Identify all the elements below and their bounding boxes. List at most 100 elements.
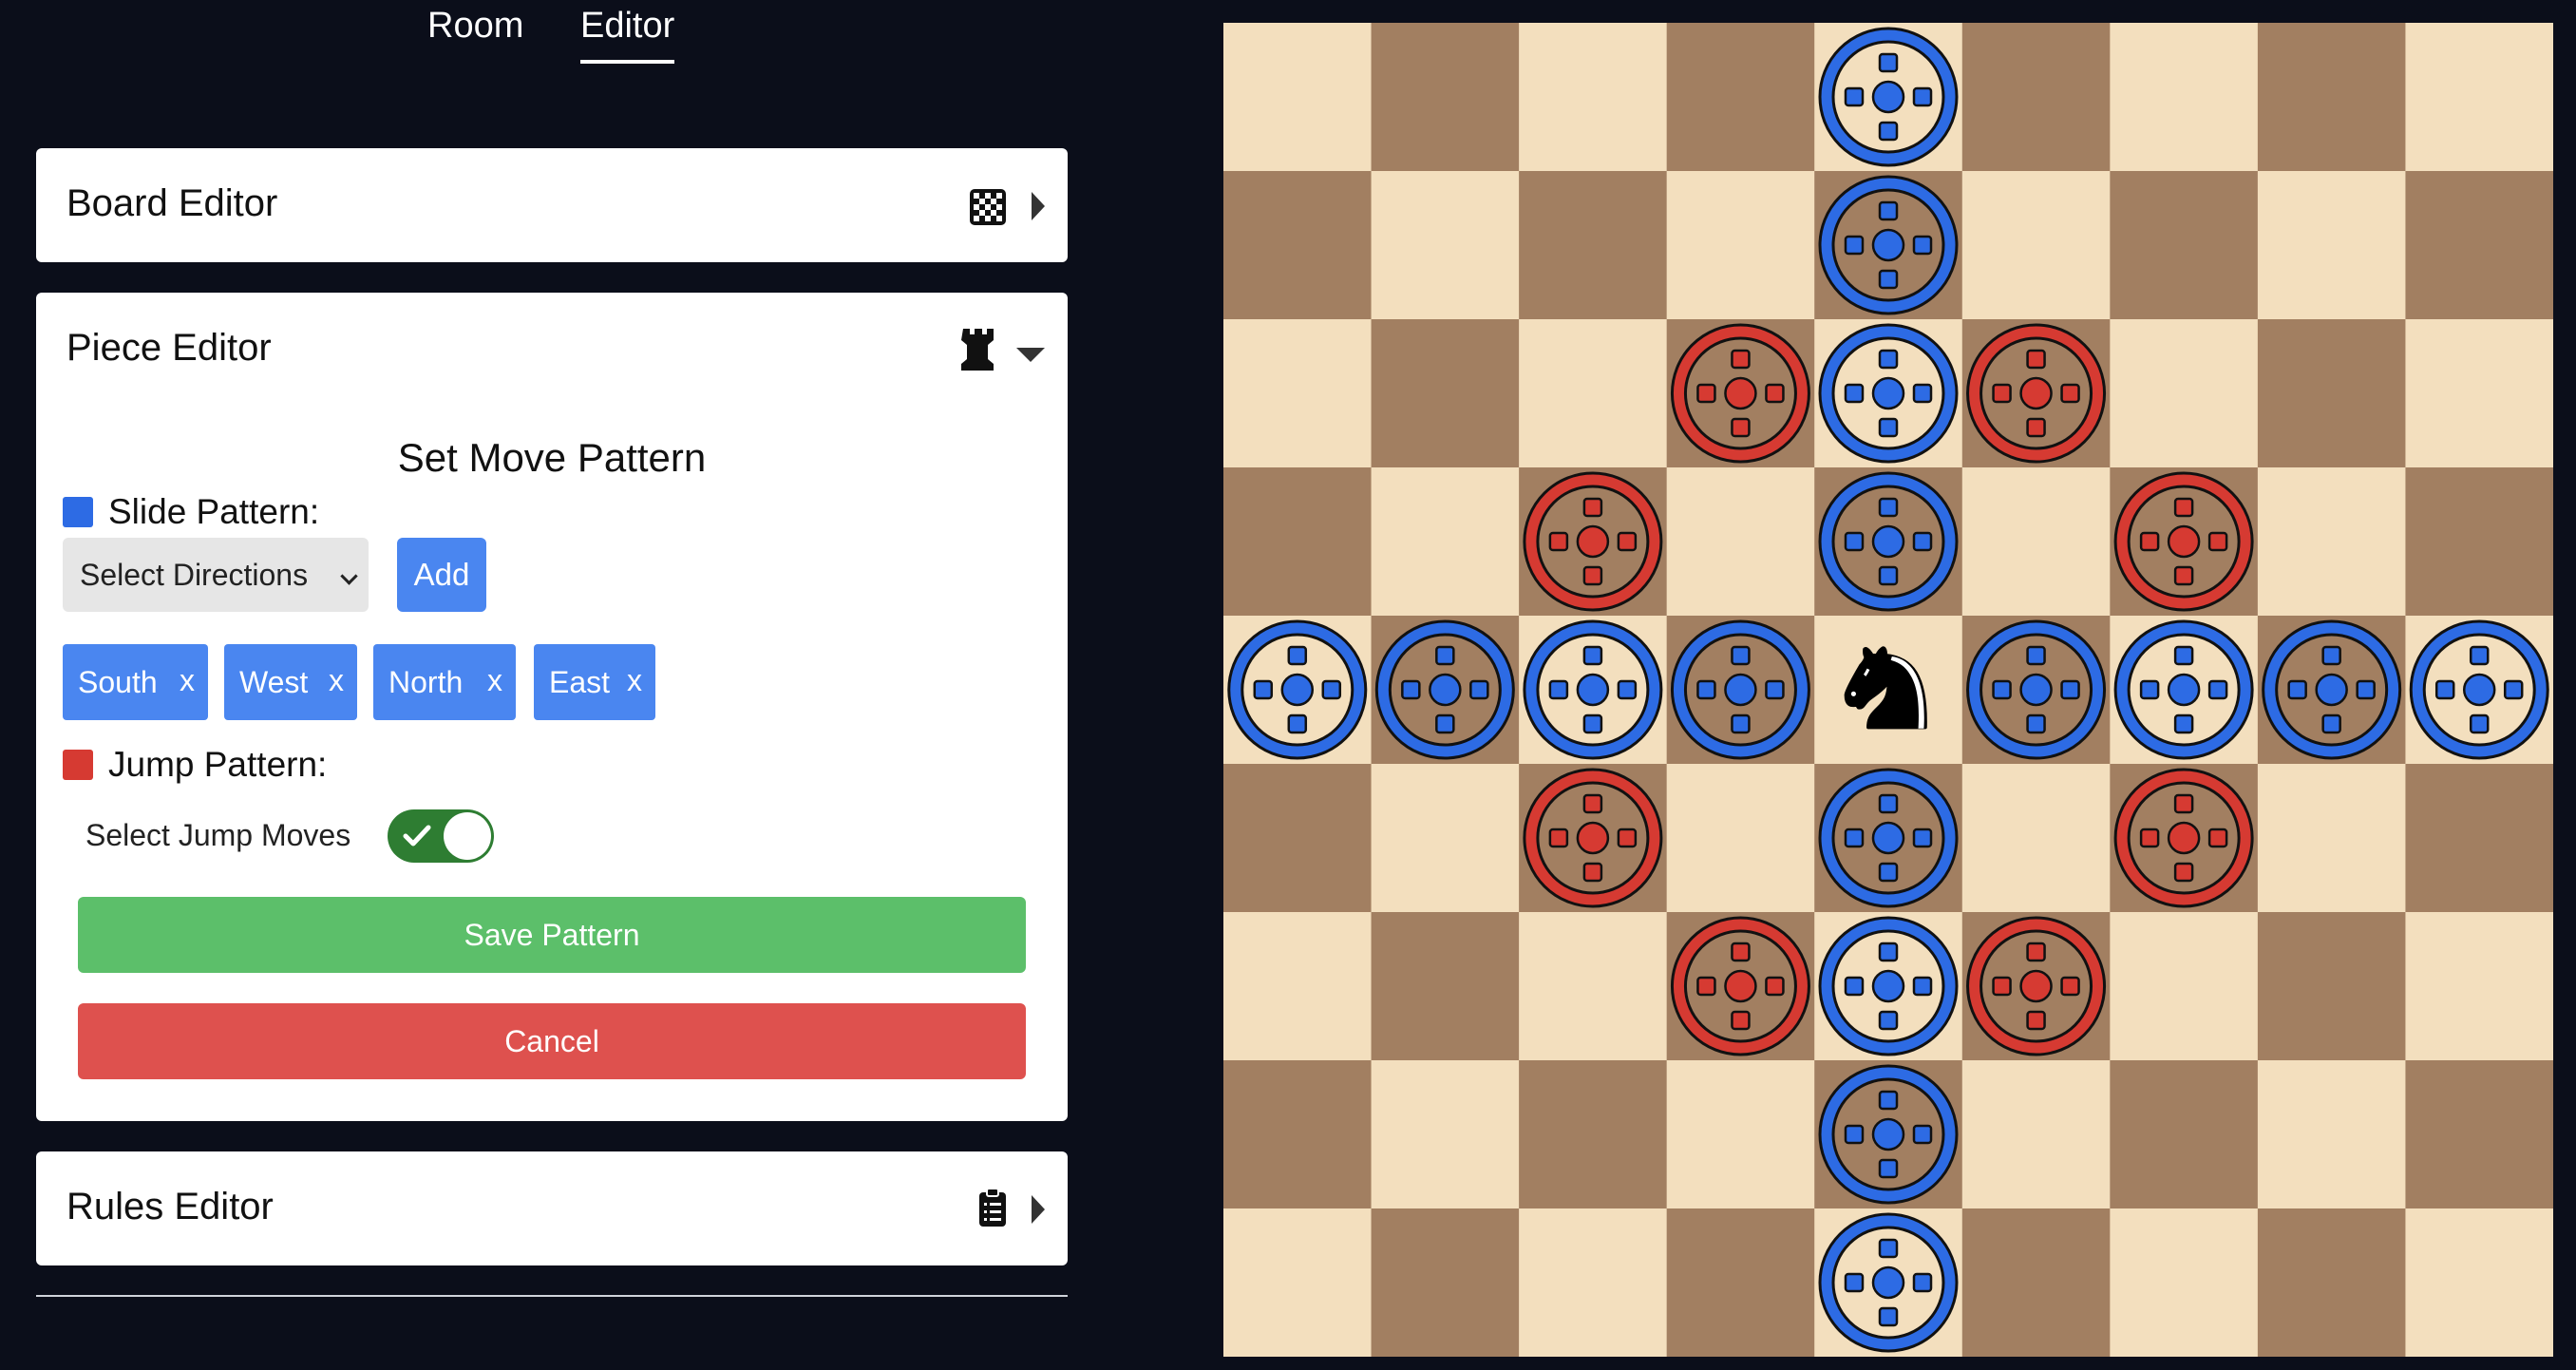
- jump-move-marker[interactable]: [1670, 323, 1810, 464]
- board-square-b1[interactable]: [1371, 1208, 1520, 1357]
- board-square-f4[interactable]: [1961, 764, 2111, 913]
- board-square-b4[interactable]: [1371, 764, 1520, 913]
- remove-chip-button[interactable]: x: [627, 663, 642, 698]
- slide-move-marker[interactable]: [1818, 175, 1959, 315]
- jump-moves-toggle[interactable]: [388, 809, 494, 863]
- board-square-h6[interactable]: [2257, 467, 2406, 617]
- board-square-b7[interactable]: [1371, 319, 1520, 468]
- board-square-b6[interactable]: [1371, 467, 1520, 617]
- slide-move-marker[interactable]: [1818, 471, 1959, 612]
- board-square-a6[interactable]: [1223, 467, 1373, 617]
- rules-editor-header[interactable]: Rules Editor: [36, 1151, 1068, 1265]
- slide-move-marker[interactable]: [1818, 323, 1959, 464]
- board-square-a3[interactable]: [1223, 912, 1373, 1061]
- remove-chip-button[interactable]: x: [329, 663, 344, 698]
- board-square-g3[interactable]: [2110, 912, 2259, 1061]
- board-square-f6[interactable]: [1961, 467, 2111, 617]
- board-square-a2[interactable]: [1223, 1060, 1373, 1209]
- board-square-f8[interactable]: [1961, 171, 2111, 320]
- rules-editor-panel[interactable]: Rules Editor: [36, 1151, 1068, 1265]
- board-square-a4[interactable]: [1223, 764, 1373, 913]
- board-square-a7[interactable]: [1223, 319, 1373, 468]
- board-square-h4[interactable]: [2257, 764, 2406, 913]
- board-square-a1[interactable]: [1223, 1208, 1373, 1357]
- board-square-i6[interactable]: [2405, 467, 2553, 617]
- board-square-c2[interactable]: [1519, 1060, 1668, 1209]
- board-square-d9[interactable]: [1666, 23, 1815, 172]
- tab-room[interactable]: Room: [427, 6, 523, 60]
- board-square-i4[interactable]: [2405, 764, 2553, 913]
- slide-move-marker[interactable]: [2113, 619, 2254, 760]
- slide-move-marker[interactable]: [2262, 619, 2402, 760]
- board-square-b8[interactable]: [1371, 171, 1520, 320]
- slide-move-marker[interactable]: [1818, 1212, 1959, 1353]
- jump-move-marker[interactable]: [1523, 471, 1663, 612]
- board-square-d4[interactable]: [1666, 764, 1815, 913]
- jump-move-marker[interactable]: [1966, 916, 2107, 1056]
- board-square-g7[interactable]: [2110, 319, 2259, 468]
- slide-move-marker[interactable]: [1818, 1064, 1959, 1205]
- jump-move-marker[interactable]: [1523, 768, 1663, 908]
- jump-move-marker[interactable]: [1966, 323, 2107, 464]
- board-square-i2[interactable]: [2405, 1060, 2553, 1209]
- board-square-i9[interactable]: [2405, 23, 2553, 172]
- tab-editor[interactable]: Editor: [580, 6, 675, 64]
- board-square-d1[interactable]: [1666, 1208, 1815, 1357]
- board-square-g8[interactable]: [2110, 171, 2259, 320]
- slide-move-marker[interactable]: [2409, 619, 2549, 760]
- board-square-i3[interactable]: [2405, 912, 2553, 1061]
- slide-move-marker[interactable]: [1374, 619, 1515, 760]
- board-square-c8[interactable]: [1519, 171, 1668, 320]
- direction-select[interactable]: Select Directions: [63, 538, 369, 612]
- board-square-c7[interactable]: [1519, 319, 1668, 468]
- board-square-h3[interactable]: [2257, 912, 2406, 1061]
- slide-move-marker[interactable]: [1966, 619, 2107, 760]
- jump-move-marker[interactable]: [1670, 916, 1810, 1056]
- board-square-h7[interactable]: [2257, 319, 2406, 468]
- board-square-c1[interactable]: [1519, 1208, 1668, 1357]
- board-square-f1[interactable]: [1961, 1208, 2111, 1357]
- save-pattern-button[interactable]: Save Pattern: [78, 897, 1026, 973]
- slide-move-marker[interactable]: [1818, 916, 1959, 1056]
- board-square-b3[interactable]: [1371, 912, 1520, 1061]
- board-square-d6[interactable]: [1666, 467, 1815, 617]
- slide-move-marker[interactable]: [1523, 619, 1663, 760]
- board-square-i7[interactable]: [2405, 319, 2553, 468]
- slide-move-marker[interactable]: [1670, 619, 1810, 760]
- board-square-i1[interactable]: [2405, 1208, 2553, 1357]
- slide-move-marker[interactable]: [1818, 768, 1959, 908]
- board-square-f2[interactable]: [1961, 1060, 2111, 1209]
- board-square-b2[interactable]: [1371, 1060, 1520, 1209]
- board-square-d2[interactable]: [1666, 1060, 1815, 1209]
- board-square-c3[interactable]: [1519, 912, 1668, 1061]
- remove-chip-button[interactable]: x: [180, 663, 195, 698]
- board-square-a9[interactable]: [1223, 23, 1373, 172]
- remove-chip-button[interactable]: x: [487, 663, 502, 698]
- slide-move-marker[interactable]: [1818, 27, 1959, 167]
- slide-move-marker[interactable]: [1227, 619, 1368, 760]
- chevron-down-icon[interactable]: [1016, 348, 1045, 362]
- board-square-h8[interactable]: [2257, 171, 2406, 320]
- cancel-button[interactable]: Cancel: [78, 1003, 1026, 1079]
- board-square-c9[interactable]: [1519, 23, 1668, 172]
- board-square-h9[interactable]: [2257, 23, 2406, 172]
- board-editor-header[interactable]: Board Editor: [36, 148, 1068, 262]
- board-square-a8[interactable]: [1223, 171, 1373, 320]
- chevron-right-icon[interactable]: [1032, 192, 1045, 220]
- board-square-d8[interactable]: [1666, 171, 1815, 320]
- board-editor-panel[interactable]: Board Editor: [36, 148, 1068, 262]
- board-square-h1[interactable]: [2257, 1208, 2406, 1357]
- checkerboard-icon: [970, 189, 1006, 225]
- jump-move-marker[interactable]: [2113, 768, 2254, 908]
- jump-move-marker[interactable]: [2113, 471, 2254, 612]
- chevron-right-icon[interactable]: [1032, 1195, 1045, 1224]
- board-square-b9[interactable]: [1371, 23, 1520, 172]
- board-square-g2[interactable]: [2110, 1060, 2259, 1209]
- board-square-i8[interactable]: [2405, 171, 2553, 320]
- piece-editor-header[interactable]: Piece Editor: [36, 293, 1068, 407]
- add-direction-button[interactable]: Add: [397, 538, 486, 612]
- board-square-g9[interactable]: [2110, 23, 2259, 172]
- board-square-f9[interactable]: [1961, 23, 2111, 172]
- board-square-h2[interactable]: [2257, 1060, 2406, 1209]
- board-square-g1[interactable]: [2110, 1208, 2259, 1357]
